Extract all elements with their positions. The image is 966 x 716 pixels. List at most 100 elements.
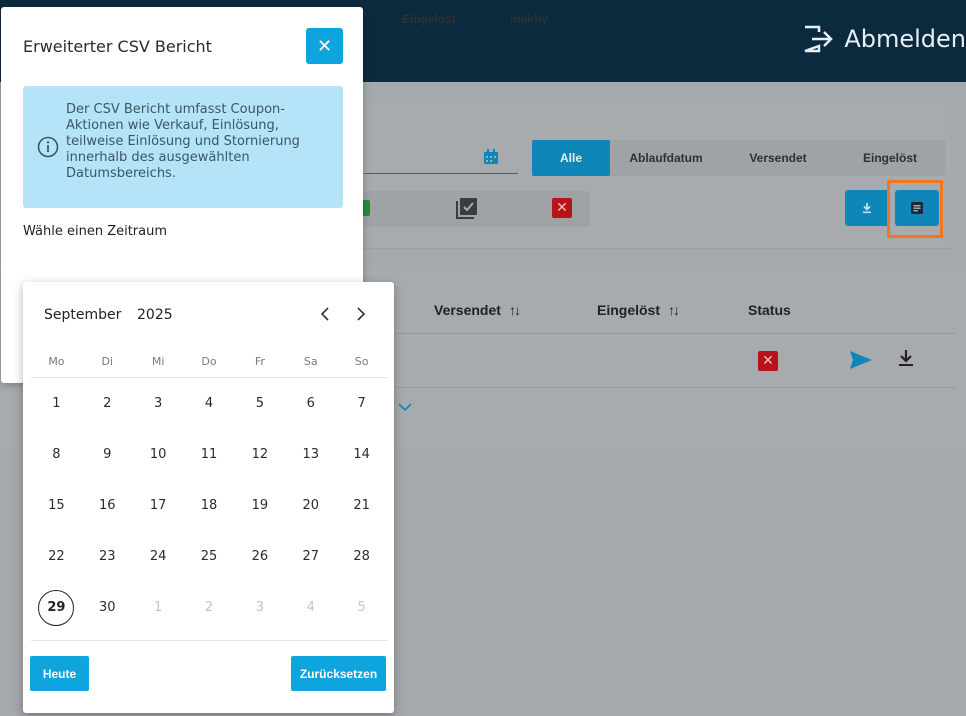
close-button[interactable]: ✕ bbox=[306, 28, 343, 64]
info-message: Der CSV Bericht umfasst Coupon-Aktionen … bbox=[23, 86, 343, 208]
day-number: 26 bbox=[251, 548, 269, 564]
today-button[interactable]: Heute bbox=[30, 656, 89, 691]
info-text: Der CSV Bericht umfasst Coupon-Aktionen … bbox=[66, 102, 300, 181]
day-cell[interactable]: 13 bbox=[285, 437, 336, 473]
status-filter-inactive-label: Inaktiv bbox=[510, 12, 549, 26]
day-number: 23 bbox=[99, 548, 116, 564]
day-cell[interactable]: 1 bbox=[31, 386, 82, 422]
day-number: 30 bbox=[99, 599, 116, 615]
weekday-label: So bbox=[354, 355, 369, 368]
day-cell[interactable]: 17 bbox=[133, 488, 184, 524]
row-download-icon[interactable] bbox=[898, 349, 914, 367]
calendar-icon[interactable] bbox=[483, 149, 499, 165]
sort-icon: ↑↓ bbox=[668, 302, 680, 318]
weekday-label: Mi bbox=[151, 355, 165, 368]
day-cell-next-month[interactable]: 5 bbox=[336, 590, 387, 626]
day-number: 27 bbox=[302, 548, 319, 564]
day-number: 11 bbox=[200, 446, 218, 462]
week-row: 1 2 3 4 5 6 7 bbox=[31, 378, 387, 429]
day-cell-next-month[interactable]: 4 bbox=[285, 590, 336, 626]
download-icon bbox=[863, 203, 871, 214]
day-cell[interactable]: 7 bbox=[336, 386, 387, 422]
day-number: 18 bbox=[200, 497, 218, 513]
day-number: 5 bbox=[357, 599, 366, 615]
weekday-header: Mo Di Mi Do Fr Sa So bbox=[31, 355, 387, 368]
day-cell[interactable]: 19 bbox=[234, 488, 285, 524]
inactive-x-icon[interactable]: ✕ bbox=[552, 198, 572, 218]
day-cell[interactable]: 21 bbox=[336, 488, 387, 524]
filter-segment-all[interactable]: Alle bbox=[532, 140, 610, 176]
day-cell[interactable]: 10 bbox=[133, 437, 184, 473]
logout-button[interactable]: Abmelden bbox=[802, 24, 966, 54]
day-cell[interactable]: 4 bbox=[184, 386, 235, 422]
column-header-redeemed[interactable]: Eingelöst ↑↓ bbox=[597, 302, 680, 318]
day-number: 3 bbox=[154, 395, 163, 411]
filter-segmented-control: Alle Ablaufdatum Versendet Eingelöst bbox=[532, 140, 946, 176]
day-cell[interactable]: 25 bbox=[184, 539, 235, 575]
highlight-frame bbox=[887, 180, 943, 238]
week-row: 22 23 24 25 26 27 28 bbox=[31, 531, 387, 582]
day-number: 2 bbox=[204, 599, 214, 615]
day-number: 14 bbox=[353, 446, 370, 462]
week-row: 15 16 17 18 19 20 21 bbox=[31, 480, 387, 531]
send-icon[interactable] bbox=[850, 351, 872, 369]
day-number: 6 bbox=[306, 395, 315, 411]
reset-button[interactable]: Zurücksetzen bbox=[291, 656, 386, 691]
day-number: 1 bbox=[52, 395, 61, 411]
day-cell[interactable]: 27 bbox=[285, 539, 336, 575]
day-cell[interactable]: 18 bbox=[184, 488, 235, 524]
month-selector[interactable]: September bbox=[44, 307, 121, 323]
sort-icon: ↑↓ bbox=[508, 302, 521, 318]
day-cell[interactable]: 14 bbox=[336, 437, 387, 473]
day-cell[interactable]: 20 bbox=[285, 488, 336, 524]
day-cell[interactable]: 9 bbox=[82, 437, 133, 473]
date-picker-popup: September 2025 Mo Di Mi Do Fr Sa So 1234567891… bbox=[23, 282, 394, 713]
day-number: 13 bbox=[302, 446, 319, 462]
day-cell[interactable]: 11 bbox=[184, 437, 235, 473]
date-range-field[interactable] bbox=[364, 173, 518, 174]
filter-segment-sent[interactable]: Versendet bbox=[722, 140, 834, 176]
day-cell[interactable]: 28 bbox=[336, 539, 387, 575]
day-number: 5 bbox=[255, 395, 264, 411]
day-cell[interactable]: 8 bbox=[31, 437, 82, 473]
day-cell[interactable]: 23 bbox=[82, 539, 133, 575]
week-row: 29 30 1 2 3 4 5 bbox=[31, 582, 387, 633]
day-cell[interactable]: 15 bbox=[31, 488, 82, 524]
next-month-button[interactable] bbox=[349, 302, 373, 326]
day-cell[interactable]: 26 bbox=[234, 539, 285, 575]
year-selector[interactable]: 2025 bbox=[137, 307, 173, 323]
day-cell-next-month[interactable]: 1 bbox=[133, 590, 184, 626]
day-cell-next-month[interactable]: 2 bbox=[184, 590, 235, 626]
day-cell[interactable]: 12 bbox=[234, 437, 285, 473]
day-cell[interactable]: 3 bbox=[133, 386, 184, 422]
weekday-label: Do bbox=[201, 355, 217, 368]
filter-segment-expiry[interactable]: Ablaufdatum bbox=[610, 140, 722, 176]
day-cell[interactable]: 16 bbox=[82, 488, 133, 524]
period-label: Wähle einen Zeitraum bbox=[23, 224, 168, 239]
column-header-sent[interactable]: Versendet ↑↓ bbox=[434, 302, 521, 318]
day-number: 9 bbox=[103, 446, 112, 462]
day-cell[interactable]: 6 bbox=[285, 386, 336, 422]
day-cell[interactable]: 24 bbox=[133, 539, 184, 575]
chevron-right-icon bbox=[357, 307, 366, 321]
day-number: 4 bbox=[204, 395, 214, 411]
day-number: 20 bbox=[302, 497, 319, 513]
day-number: 28 bbox=[353, 548, 370, 564]
redeemed-check-icon[interactable] bbox=[456, 197, 478, 219]
weekday-label: Fr bbox=[254, 355, 265, 368]
chevron-down-icon[interactable] bbox=[398, 402, 412, 412]
day-number: 7 bbox=[357, 395, 366, 411]
day-cell-today[interactable]: 29 bbox=[31, 589, 82, 626]
previous-month-button[interactable] bbox=[313, 302, 337, 326]
day-grid: 1 2 3 4 5 6 7 8 9 10 11 12 13 14 15 16 17 18 19 20 21 22 23 24 2… bbox=[31, 378, 387, 633]
filter-segment-redeemed[interactable]: Eingelöst bbox=[834, 140, 946, 176]
download-button[interactable] bbox=[845, 190, 889, 226]
table-header-divider bbox=[395, 333, 955, 334]
day-cell[interactable]: 5 bbox=[234, 386, 285, 422]
status-filter-redeemed-label: Eingelöst bbox=[402, 12, 457, 26]
day-cell[interactable]: 30 bbox=[82, 590, 133, 626]
day-cell-next-month[interactable]: 3 bbox=[234, 590, 285, 626]
day-number: 16 bbox=[99, 497, 116, 513]
day-cell[interactable]: 2 bbox=[82, 386, 133, 422]
day-cell[interactable]: 22 bbox=[31, 539, 82, 575]
